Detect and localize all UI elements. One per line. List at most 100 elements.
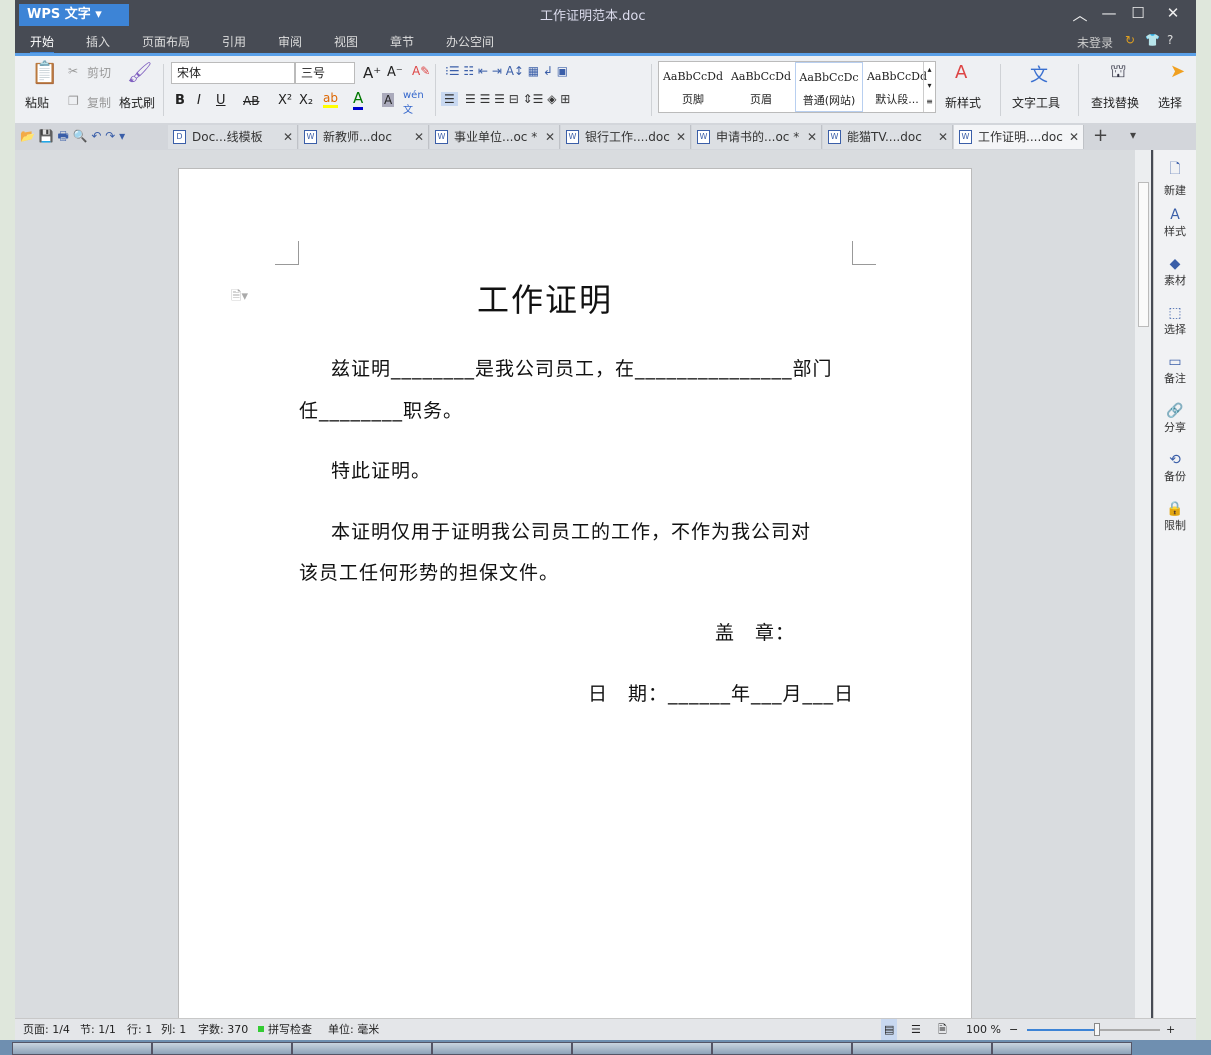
quick-access-toolbar[interactable]: 📂 💾 🖶 🔍 ↶ ↷ ▾ — [20, 127, 125, 148]
font-name-select[interactable]: 宋体 — [171, 62, 295, 84]
font-color-icon[interactable]: A — [353, 89, 364, 110]
format-painter-button[interactable]: 格式刷 — [119, 94, 155, 111]
web-view-icon[interactable]: 🗎 — [938, 1019, 947, 1040]
doc-tab[interactable]: W 银行工作....doc ✕ — [561, 125, 691, 149]
status-words[interactable]: 字数: 370 — [198, 1019, 248, 1040]
taskbar-button[interactable] — [852, 1042, 992, 1055]
underline-button[interactable]: U — [216, 93, 226, 108]
text-tools-button[interactable]: 文字工具 — [1012, 94, 1060, 111]
zoom-in-button[interactable]: + — [1166, 1019, 1175, 1040]
strikethrough-button[interactable]: AB — [243, 94, 259, 108]
paragraph-options-icon[interactable]: 🗎▾ — [231, 287, 248, 309]
italic-button[interactable]: I — [197, 93, 201, 108]
char-shading-icon[interactable]: A — [382, 93, 395, 107]
tab-list-icon[interactable]: ▾ — [1130, 128, 1136, 142]
doc-tab[interactable]: W 事业单位...oc * ✕ — [430, 125, 560, 149]
find-replace-button[interactable]: 查找替换 — [1091, 94, 1139, 111]
zoom-slider-thumb[interactable] — [1094, 1023, 1101, 1036]
outline-view-icon[interactable]: ☰ — [911, 1019, 921, 1040]
cut-button[interactable]: 剪切 — [87, 64, 111, 81]
tab-view[interactable]: 视图 — [334, 33, 358, 50]
font-size-select[interactable]: 三号 — [295, 62, 355, 84]
doc-tab[interactable]: W 申请书的...oc * ✕ — [692, 125, 822, 149]
sidebar-item-style[interactable]: A 样式 — [1154, 207, 1196, 239]
align-left-icon[interactable]: ☰ — [441, 92, 458, 106]
tab-references[interactable]: 引用 — [222, 33, 246, 50]
select-button[interactable]: 选择 — [1158, 94, 1182, 111]
close-icon[interactable]: ✕ — [1161, 4, 1185, 22]
tab-insert[interactable]: 插入 — [86, 33, 110, 50]
clear-format-icon[interactable]: A✎ — [412, 64, 430, 78]
paste-button[interactable]: 粘贴 — [25, 94, 49, 111]
sidebar-item-select[interactable]: ⬚ 选择 — [1154, 305, 1196, 337]
shrink-font-icon[interactable]: A⁻ — [387, 65, 403, 80]
style-footer[interactable]: AaBbCcDd 页脚 — [659, 62, 727, 112]
subscript-button[interactable]: X₂ — [299, 93, 313, 108]
tab-page-layout[interactable]: 页面布局 — [142, 33, 190, 50]
sidebar-item-new[interactable]: 🗋 新建 — [1154, 158, 1196, 198]
close-tab-icon[interactable]: ✕ — [807, 125, 817, 149]
taskbar-button[interactable] — [992, 1042, 1132, 1055]
new-style-button[interactable]: 新样式 — [945, 94, 981, 111]
taskbar-button-wps[interactable] — [292, 1042, 432, 1055]
maximize-icon[interactable]: ☐ — [1126, 4, 1150, 22]
help-button[interactable]: ? — [1167, 33, 1173, 47]
sidebar-item-restrict[interactable]: 🔒 限制 — [1154, 501, 1196, 533]
paste-icon[interactable]: 📋 — [31, 61, 58, 86]
tab-review[interactable]: 审阅 — [278, 33, 302, 50]
sidebar-item-share[interactable]: 🔗 分享 — [1154, 403, 1196, 435]
tab-home[interactable]: 开始 — [30, 33, 55, 54]
vertical-scrollbar[interactable] — [1135, 150, 1151, 1018]
doc-tab[interactable]: D Doc...线模板 ✕ — [168, 125, 298, 149]
doc-tab[interactable]: W 新教师...doc ✕ — [299, 125, 429, 149]
close-tab-icon[interactable]: ✕ — [1069, 125, 1079, 149]
sidebar-item-material[interactable]: ◆ 素材 — [1154, 256, 1196, 288]
taskbar-button[interactable] — [572, 1042, 712, 1055]
style-scroll[interactable]: ▴ ▾ ≡ — [923, 62, 935, 112]
zoom-slider[interactable] — [1027, 1023, 1160, 1036]
doc-tab-active[interactable]: W 工作证明....doc ✕ — [954, 125, 1084, 149]
app-menu-button[interactable]: WPS 文字 ▾ — [19, 4, 129, 26]
page-view-icon[interactable]: ▤ — [881, 1019, 898, 1040]
superscript-button[interactable]: X² — [278, 93, 292, 108]
taskbar-button[interactable] — [432, 1042, 572, 1055]
scrollbar-thumb[interactable] — [1138, 182, 1149, 327]
sidebar-item-backup[interactable]: ⟲ 备份 — [1154, 452, 1196, 484]
spell-check-button[interactable]: 拼写检查 — [268, 1019, 312, 1040]
taskbar-button[interactable] — [712, 1042, 852, 1055]
login-link[interactable]: 未登录 — [1077, 34, 1113, 51]
close-tab-icon[interactable]: ✕ — [414, 125, 424, 149]
taskbar-button[interactable] — [152, 1042, 292, 1055]
tab-chapter[interactable]: 章节 — [390, 33, 414, 50]
document-title: 工作证明范本.doc — [540, 9, 646, 24]
close-tab-icon[interactable]: ✕ — [283, 125, 293, 149]
minimize-icon[interactable]: — — [1097, 4, 1121, 22]
style-default-para[interactable]: AaBbCcDd 默认段... — [863, 62, 931, 112]
bold-button[interactable]: B — [175, 93, 185, 108]
bullets-icon[interactable]: ⁝☰ ☷ ⇤ ⇥ A↕ ▦ ↲ ▣ — [445, 64, 568, 78]
sidebar-item-comment[interactable]: ▭ 备注 — [1154, 354, 1196, 386]
tab-office-space[interactable]: 办公空间 — [446, 33, 494, 50]
new-tab-icon[interactable]: + — [1093, 125, 1108, 146]
collapse-ribbon-icon[interactable]: ︿ — [1068, 4, 1092, 25]
style-header[interactable]: AaBbCcDd 页眉 — [727, 62, 795, 112]
sync-icon[interactable]: ↻ — [1125, 33, 1135, 47]
document-page[interactable]: 🗎▾ 工作证明 兹证明________是我公司员工，在_____________… — [178, 168, 972, 1018]
document-tab-bar: 📂 💾 🖶 🔍 ↶ ↷ ▾ D Doc...线模板 ✕ W 新教师...doc ✕ W事… — [15, 123, 1196, 150]
grow-font-icon[interactable]: A⁺ — [363, 64, 381, 82]
phonetic-icon[interactable]: wén 文 — [403, 90, 424, 116]
close-tab-icon[interactable]: ✕ — [545, 125, 555, 149]
copy-button[interactable]: 复制 — [87, 94, 111, 111]
doc-tab[interactable]: W 能猫TV....doc ✕ — [823, 125, 953, 149]
status-unit[interactable]: 单位: 毫米 — [328, 1019, 379, 1040]
taskbar-button[interactable] — [12, 1042, 152, 1055]
close-tab-icon[interactable]: ✕ — [938, 125, 948, 149]
highlight-icon[interactable]: ab — [323, 91, 338, 108]
sidebar-label: 新建 — [1164, 184, 1186, 197]
align-icons[interactable]: ☰ ☰ ☰ ⊟ ⇕☰ ◈ ⊞ — [465, 92, 570, 106]
style-normal-web[interactable]: AaBbCcDc 普通(网站) — [795, 62, 863, 112]
skin-icon[interactable]: 👕 — [1145, 33, 1160, 47]
close-tab-icon[interactable]: ✕ — [676, 125, 686, 149]
zoom-level[interactable]: 100 % — [966, 1019, 1001, 1040]
zoom-out-button[interactable]: − — [1009, 1019, 1018, 1040]
